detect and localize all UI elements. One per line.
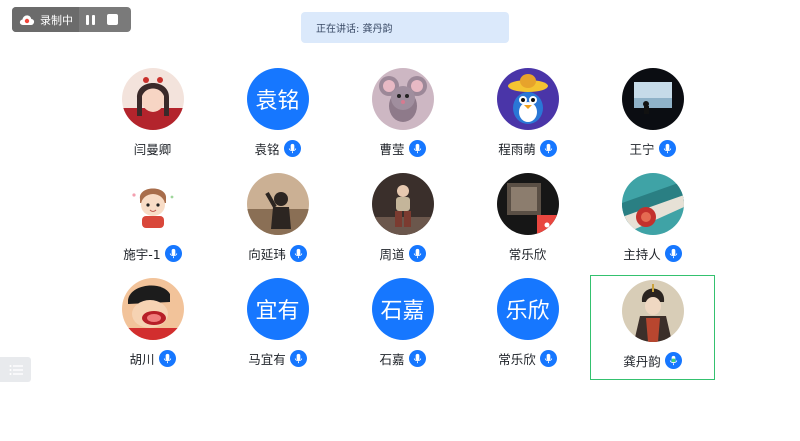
avatar bbox=[121, 68, 184, 130]
participant-tile[interactable]: 宜有 马宜有 bbox=[215, 274, 340, 379]
participant-name-row: 向延玮 bbox=[248, 244, 307, 262]
participant-name: 主持人 bbox=[623, 246, 661, 262]
participant-tile[interactable]: 乐欣 常乐欣 bbox=[465, 274, 590, 379]
participant-tile[interactable]: 胡川 bbox=[90, 274, 215, 379]
participant-name-row: 王宁 bbox=[629, 139, 676, 157]
avatar bbox=[121, 173, 184, 235]
participant-name-row: 主持人 bbox=[623, 244, 682, 262]
participant-tile[interactable]: 周道 bbox=[340, 169, 465, 274]
microphone-icon[interactable] bbox=[539, 139, 557, 157]
avatar bbox=[371, 68, 434, 130]
participant-name: 周道 bbox=[379, 246, 405, 262]
participant-name-row: 石嘉 bbox=[379, 349, 426, 367]
microphone-icon[interactable] bbox=[658, 139, 676, 157]
participant-list-toggle-button[interactable] bbox=[0, 357, 31, 382]
microphone-active-icon[interactable] bbox=[664, 351, 682, 369]
microphone-icon[interactable] bbox=[289, 349, 307, 367]
avatar: 乐欣 bbox=[496, 278, 559, 340]
avatar bbox=[246, 173, 309, 235]
avatar: 袁铭 bbox=[246, 68, 309, 130]
participant-tile[interactable]: 石嘉 石嘉 bbox=[340, 274, 465, 379]
participant-tile[interactable]: 王宁 bbox=[590, 64, 715, 169]
list-icon bbox=[9, 364, 23, 375]
participant-grid: 闫曼卿 袁铭 袁铭 曹莹 程雨萌 王宁 施宇-1 向延玮 周道 常乐欣 主持人 … bbox=[90, 64, 715, 380]
participant-name-row: 袁铭 bbox=[254, 139, 301, 157]
pause-icon bbox=[85, 14, 95, 25]
participant-name-row: 常乐欣 bbox=[509, 244, 547, 262]
participant-name: 曹莹 bbox=[379, 141, 405, 157]
avatar-initials: 宜有 bbox=[255, 299, 300, 324]
participant-name: 王宁 bbox=[629, 141, 655, 157]
participant-name: 袁铭 bbox=[254, 141, 280, 157]
microphone-icon[interactable] bbox=[158, 349, 176, 367]
cloud-record-icon bbox=[19, 14, 35, 25]
participant-tile[interactable]: 施宇-1 bbox=[90, 169, 215, 274]
avatar bbox=[621, 173, 684, 235]
participant-name-row: 常乐欣 bbox=[498, 349, 557, 367]
participant-tile[interactable]: 程雨萌 bbox=[465, 64, 590, 169]
participant-name: 马宜有 bbox=[248, 351, 286, 367]
participant-name: 常乐欣 bbox=[508, 246, 547, 262]
microphone-icon[interactable] bbox=[164, 244, 182, 262]
microphone-icon[interactable] bbox=[664, 244, 682, 262]
participant-tile[interactable]: 曹莹 bbox=[340, 64, 465, 169]
avatar bbox=[496, 68, 559, 130]
participant-name: 常乐欣 bbox=[498, 351, 536, 367]
participant-name: 胡川 bbox=[129, 351, 155, 367]
participant-name-row: 马宜有 bbox=[248, 349, 307, 367]
participant-tile[interactable]: 袁铭 袁铭 bbox=[215, 64, 340, 169]
participant-name: 石嘉 bbox=[379, 351, 405, 367]
speaking-text: 正在讲话: 龚丹韵 bbox=[316, 24, 393, 35]
microphone-icon[interactable] bbox=[289, 244, 307, 262]
avatar bbox=[621, 68, 684, 130]
recording-status: 录制中 bbox=[12, 7, 79, 32]
avatar-initials: 乐欣 bbox=[505, 299, 550, 324]
microphone-icon[interactable] bbox=[408, 349, 426, 367]
stop-icon bbox=[106, 14, 118, 25]
avatar bbox=[371, 173, 434, 235]
participant-name: 闫曼卿 bbox=[133, 141, 172, 157]
avatar bbox=[121, 278, 184, 340]
pause-recording-button[interactable] bbox=[79, 7, 101, 32]
avatar bbox=[496, 173, 559, 235]
participant-name: 向延玮 bbox=[248, 246, 286, 262]
microphone-icon[interactable] bbox=[408, 139, 426, 157]
participant-tile[interactable]: 闫曼卿 bbox=[90, 64, 215, 169]
participant-name-row: 施宇-1 bbox=[123, 244, 182, 262]
participant-name: 龚丹韵 bbox=[623, 353, 661, 369]
participant-tile[interactable]: 常乐欣 bbox=[465, 169, 590, 274]
avatar bbox=[621, 280, 684, 342]
avatar: 石嘉 bbox=[371, 278, 434, 340]
participant-name-row: 胡川 bbox=[129, 349, 176, 367]
participant-tile[interactable]: 向延玮 bbox=[215, 169, 340, 274]
participant-tile-active-speaker[interactable]: 龚丹韵 bbox=[590, 275, 715, 380]
recording-label: 录制中 bbox=[40, 13, 73, 27]
microphone-icon[interactable] bbox=[283, 139, 301, 157]
stop-recording-button[interactable] bbox=[101, 7, 123, 32]
participant-name: 施宇-1 bbox=[123, 246, 161, 262]
recording-toolbar: 录制中 bbox=[12, 7, 131, 32]
participant-name-row: 曹莹 bbox=[379, 139, 426, 157]
speaking-indicator: 正在讲话: 龚丹韵 bbox=[301, 12, 509, 43]
avatar-initials: 石嘉 bbox=[380, 299, 425, 324]
participant-name-row: 闫曼卿 bbox=[134, 139, 172, 157]
microphone-icon[interactable] bbox=[408, 244, 426, 262]
participant-name-row: 程雨萌 bbox=[498, 139, 557, 157]
avatar: 宜有 bbox=[246, 278, 309, 340]
avatar-initials: 袁铭 bbox=[255, 89, 300, 114]
participant-name-row: 周道 bbox=[379, 244, 426, 262]
participant-name: 程雨萌 bbox=[498, 141, 536, 157]
participant-name-row: 龚丹韵 bbox=[623, 351, 682, 369]
participant-tile[interactable]: 主持人 bbox=[590, 169, 715, 274]
microphone-icon[interactable] bbox=[539, 349, 557, 367]
